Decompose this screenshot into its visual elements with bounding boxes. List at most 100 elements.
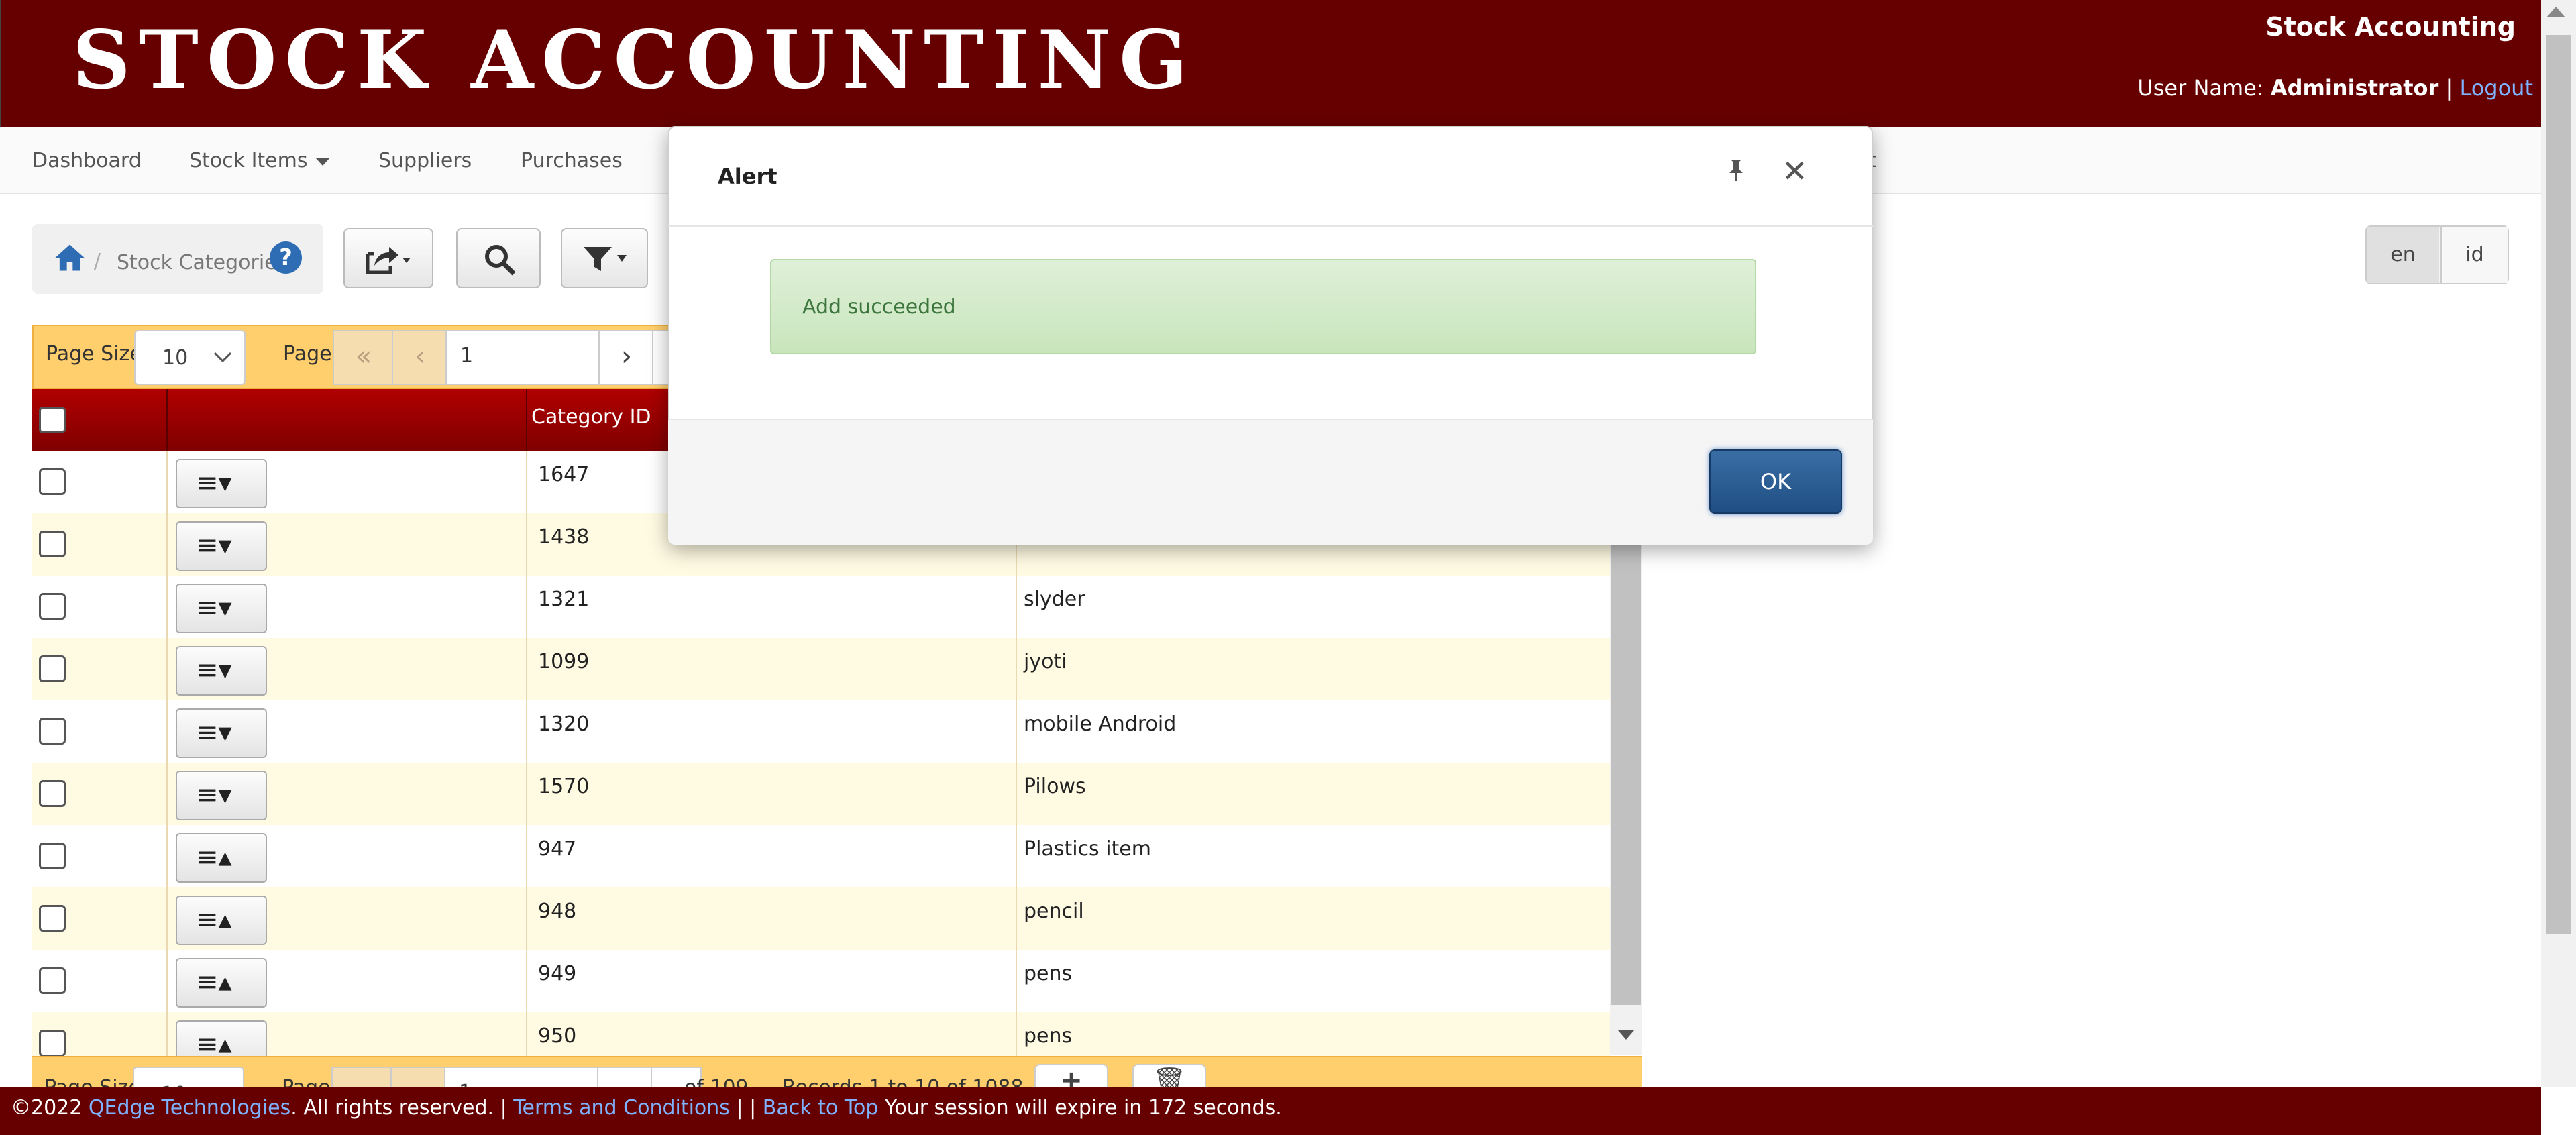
chevron-down-icon — [213, 352, 232, 362]
row-actions-button[interactable]: ≡▾ — [176, 521, 267, 571]
column-divider — [1016, 700, 1017, 763]
cell-category-name: pens — [1024, 962, 1073, 985]
chevron-down-icon — [315, 157, 331, 166]
next-page-button[interactable]: › — [598, 330, 655, 385]
scroll-up-icon[interactable] — [2546, 7, 2565, 17]
help-icon[interactable]: ? — [270, 241, 302, 274]
company-link[interactable]: QEdge Technologies — [89, 1096, 290, 1120]
row-checkbox[interactable] — [39, 905, 66, 932]
row-actions-button[interactable]: ≡▴ — [176, 958, 267, 1008]
first-page-button[interactable]: « — [333, 330, 394, 385]
table-row: ≡▴ 948 pencil — [32, 887, 1610, 951]
cell-category-name: slyder — [1024, 588, 1085, 611]
row-checkbox[interactable] — [39, 593, 66, 620]
alert-message: Add succeeded — [802, 295, 956, 319]
export-button[interactable] — [343, 228, 433, 288]
column-divider — [166, 825, 168, 887]
back-to-top-link[interactable]: Back to Top — [763, 1096, 879, 1120]
column-divider — [526, 763, 527, 825]
terms-link[interactable]: Terms and Conditions — [513, 1096, 730, 1120]
row-actions-button[interactable]: ≡▴ — [176, 896, 267, 945]
search-button[interactable] — [456, 228, 541, 288]
row-actions-button[interactable]: ≡▴ — [176, 833, 267, 883]
add-button[interactable]: + — [1034, 1064, 1108, 1087]
logo: STOCK ACCOUNTING — [72, 13, 1196, 107]
table-row: ≡▴ 949 pens — [32, 950, 1610, 1014]
row-actions-button[interactable]: ≡▴ — [176, 1020, 267, 1057]
page-scrollbar-thumb[interactable] — [2546, 35, 2571, 934]
header-category-id[interactable]: Category ID — [531, 405, 651, 429]
ok-button[interactable]: OK — [1709, 449, 1842, 514]
row-actions-button[interactable]: ≡▾ — [176, 459, 267, 508]
delete-button[interactable]: 🗑 — [1132, 1064, 1206, 1087]
lang-id-button[interactable]: id — [2440, 227, 2508, 283]
search-icon — [485, 245, 516, 276]
user-separator: | — [2445, 75, 2453, 101]
row-actions-button[interactable]: ≡▾ — [176, 646, 267, 696]
row-actions-button[interactable]: ≡▾ — [176, 708, 267, 758]
row-checkbox[interactable] — [39, 468, 66, 495]
chevron-right-icon: › — [621, 341, 632, 372]
menu-icon: ≡▾ — [196, 468, 232, 498]
close-icon[interactable]: ✕ — [1782, 156, 1808, 186]
chevron-left-icon: ‹ — [413, 1077, 424, 1087]
filter-button[interactable] — [561, 228, 648, 288]
menu-icon: ≡▴ — [196, 1029, 232, 1057]
next-page-button[interactable]: › — [597, 1067, 653, 1087]
table-row: ≡▾ 1320 mobile Android — [32, 700, 1610, 764]
footer-separator: | | — [736, 1096, 757, 1120]
menu-icon: ≡▾ — [196, 655, 232, 686]
column-divider — [166, 700, 168, 763]
page-size-select[interactable]: 10 — [134, 330, 246, 385]
row-checkbox[interactable] — [39, 655, 66, 682]
column-divider — [166, 576, 168, 638]
row-checkbox[interactable] — [39, 531, 66, 557]
alert-dialog-footer — [668, 419, 1873, 545]
nav-purchases[interactable]: Purchases — [521, 149, 623, 172]
user-info: User Name: Administrator | Logout — [2137, 75, 2533, 101]
prev-page-button[interactable]: ‹ — [390, 1067, 447, 1087]
menu-icon: ≡▴ — [196, 967, 232, 997]
menu-icon: ≡▾ — [196, 530, 232, 561]
rights-text: . All rights reserved. | — [290, 1096, 507, 1120]
user-label: User Name: — [2137, 75, 2264, 101]
column-divider — [166, 887, 168, 950]
column-divider — [166, 638, 168, 700]
row-checkbox[interactable] — [39, 780, 66, 807]
scroll-down-icon[interactable] — [1618, 1030, 1634, 1040]
app-name: Stock Accounting — [2265, 12, 2516, 42]
breadcrumb-separator: / — [94, 250, 101, 273]
nav-dashboard[interactable]: Dashboard — [32, 149, 142, 172]
select-all-checkbox[interactable] — [39, 407, 66, 433]
logout-link[interactable]: Logout — [2459, 75, 2533, 101]
row-checkbox[interactable] — [39, 1030, 66, 1056]
footer-text: ©2022 QEdge Technologies. All rights res… — [11, 1096, 1282, 1120]
page-input[interactable]: 1 — [445, 330, 614, 385]
column-divider — [1016, 763, 1017, 825]
cell-category-name: Pilows — [1024, 775, 1086, 798]
cell-category-id: 947 — [538, 837, 577, 861]
row-checkbox[interactable] — [39, 967, 66, 994]
column-divider — [526, 950, 527, 1012]
cell-category-id: 950 — [538, 1024, 577, 1048]
page-size-value: 10 — [162, 346, 189, 370]
prev-page-button[interactable]: ‹ — [392, 330, 448, 385]
nav-suppliers[interactable]: Suppliers — [378, 149, 472, 172]
row-actions-button[interactable]: ≡▾ — [176, 584, 267, 633]
nav-stock-items[interactable]: Stock Items — [189, 149, 331, 172]
menu-icon: ≡▾ — [196, 779, 232, 810]
pin-icon[interactable] — [1725, 158, 1747, 182]
row-checkbox[interactable] — [39, 843, 66, 869]
pager-bottom: Page Size 10 Page « ‹ 1 › » of 109 Recor… — [32, 1056, 1642, 1087]
cell-category-name: mobile Android — [1024, 712, 1177, 736]
lang-en-button[interactable]: en — [2367, 227, 2439, 283]
table-row: ≡▾ 1321 slyder — [32, 576, 1610, 639]
home-icon[interactable] — [52, 240, 87, 275]
column-divider — [166, 763, 168, 825]
row-actions-button[interactable]: ≡▾ — [176, 771, 267, 820]
row-checkbox[interactable] — [39, 718, 66, 745]
page-size-select[interactable]: 10 — [133, 1067, 244, 1087]
cell-category-id: 1647 — [538, 463, 590, 486]
first-page-button[interactable]: « — [331, 1067, 393, 1087]
page-input[interactable]: 1 — [444, 1067, 613, 1087]
